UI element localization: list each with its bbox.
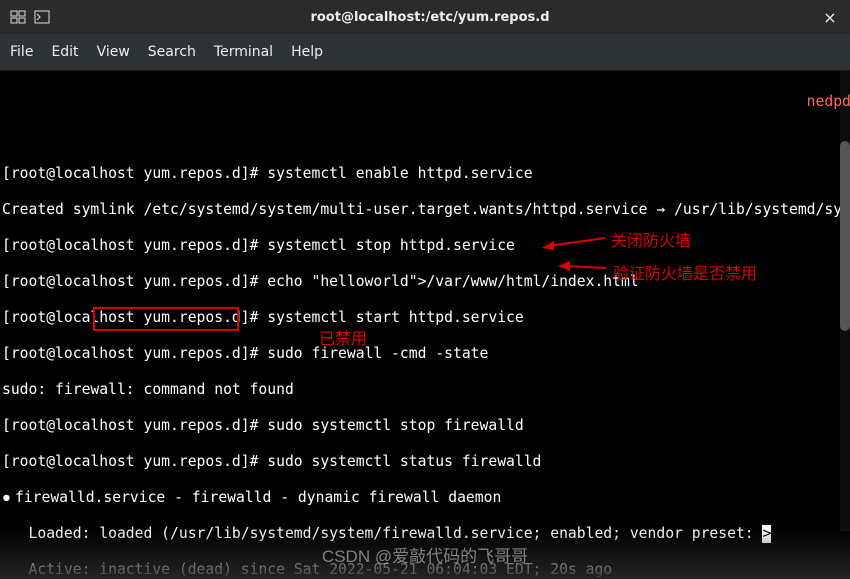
shell-prompt: [root@localhost yum.repos.d]# [2,309,267,326]
window-titlebar: root@localhost:/etc/yum.repos.d × [0,0,850,34]
window-close-button[interactable]: × [810,8,850,27]
terminal-scrollbar[interactable] [840,71,850,531]
shell-prompt: [root@localhost yum.repos.d]# [2,453,267,470]
menu-bar: File Edit View Search Terminal Help [0,34,850,71]
loaded-line: Loaded: loaded (/usr/lib/systemd/system/… [2,525,762,542]
shell-prompt: [root@localhost yum.repos.d]# [2,237,267,254]
menu-edit[interactable]: Edit [51,44,78,60]
window-title: root@localhost:/etc/yum.repos.d [50,10,810,25]
command-stop-httpd: systemctl stop httpd.service [267,237,515,254]
output-not-found: sudo: firewall: command not found [2,381,848,399]
status-dot-icon: ● [2,490,15,506]
command-start-httpd: systemctl start httpd.service [267,309,523,326]
command-firewall-cmd: sudo firewall -cmd -state [267,345,488,362]
output-symlink: Created symlink /etc/systemd/system/mult… [2,201,848,219]
command-stop-firewalld: sudo systemctl stop firewalld [267,417,523,434]
scrollbar-thumb[interactable] [840,141,850,331]
shell-prompt: [root@localhost yum.repos.d]# [2,165,267,182]
active-status: inactive (dead) [99,561,232,578]
service-header: firewalld.service - firewalld - dynamic … [15,489,501,506]
menu-help[interactable]: Help [291,44,323,60]
activities-icon [10,9,26,25]
terminal-output[interactable]: nedpd [root@localhost yum.repos.d]# syst… [0,71,850,579]
menu-view[interactable]: View [97,44,130,60]
more-indicator-icon: > [762,525,771,543]
menu-search[interactable]: Search [148,44,196,60]
active-prefix: Active: [2,561,99,578]
shell-prompt: [root@localhost yum.repos.d]# [2,417,267,434]
shell-prompt: [root@localhost yum.repos.d]# [2,345,267,362]
command-enable-httpd: systemctl enable httpd.service [267,165,532,182]
window-system-icons [0,9,50,25]
command-status-firewalld: sudo systemctl status firewalld [267,453,541,470]
command-echo: echo "helloworld">/var/www/html/index.ht… [267,273,638,290]
menu-file[interactable]: File [10,44,33,60]
fragment-line: nedpd [2,93,850,110]
shell-prompt: [root@localhost yum.repos.d]# [2,273,267,290]
active-suffix: since Sat 2022-05-21 06:04:03 EDT; 20s a… [232,561,612,578]
menu-terminal[interactable]: Terminal [214,44,273,60]
terminal-icon [34,9,50,25]
